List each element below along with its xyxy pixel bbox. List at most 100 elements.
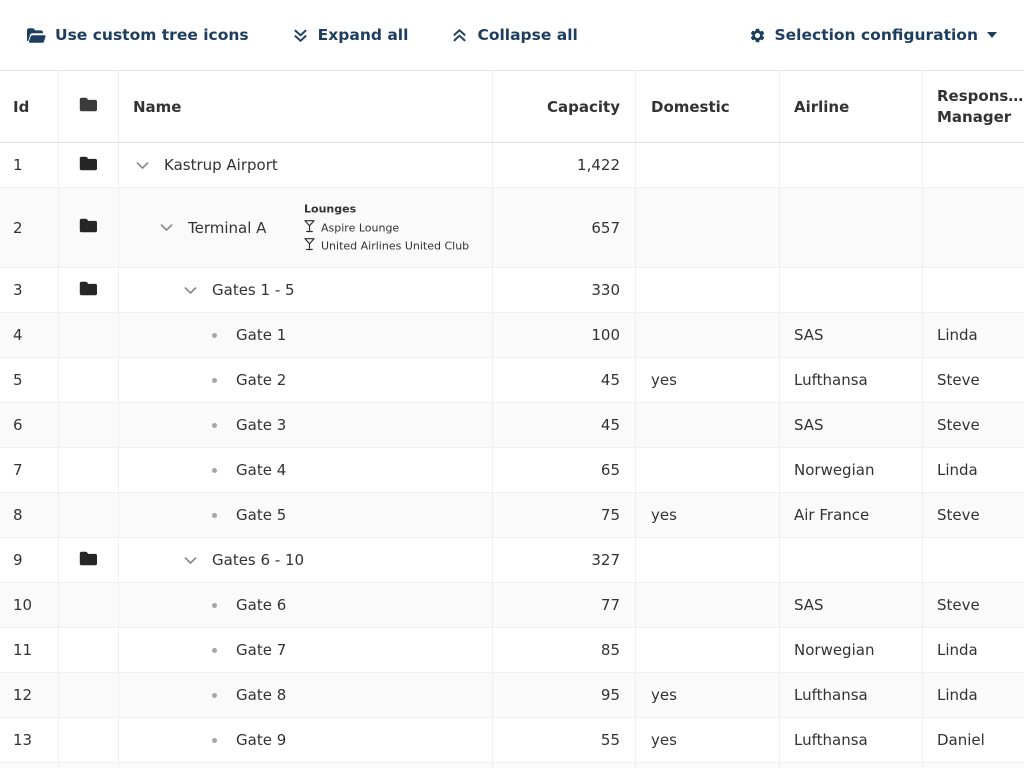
row-airline-cell: Lufthansa — [780, 673, 923, 717]
row-name: Gate 4 — [236, 461, 286, 479]
table-row[interactable]: 12Gate 895yesLufthansaLinda — [0, 673, 1024, 718]
table-row[interactable]: 9Gates 6 - 10327 — [0, 538, 1024, 583]
row-id-cell: 2 — [0, 188, 59, 267]
row-name: Gate 2 — [236, 371, 286, 389]
folder-icon — [79, 218, 98, 237]
row-manager-cell — [923, 143, 1024, 187]
folder-icon — [79, 281, 98, 300]
row-capacity-cell: 657 — [493, 188, 636, 267]
table-row[interactable]: 8Gate 575yesAir FranceSteve — [0, 493, 1024, 538]
row-domestic-cell — [636, 538, 780, 582]
partial-cell — [59, 763, 119, 768]
row-name: Gate 7 — [236, 641, 286, 659]
leaf-bullet-icon — [205, 461, 223, 479]
row-name-cell: Gate 7 — [119, 628, 493, 672]
lounges-title: Lounges — [304, 200, 469, 217]
tree-indent — [133, 515, 205, 516]
row-airline-cell: Lufthansa — [780, 718, 923, 762]
partial-cell — [636, 763, 780, 768]
row-capacity-cell: 1,422 — [493, 143, 636, 187]
row-name-cell: Kastrup Airport — [119, 143, 493, 187]
tree-indent — [133, 227, 157, 228]
folder-open-icon — [26, 27, 46, 44]
row-airline-cell: Air France — [780, 493, 923, 537]
header-icon-column[interactable] — [59, 71, 119, 142]
expand-all-button[interactable]: Expand all — [292, 26, 409, 44]
row-manager-cell — [923, 268, 1024, 312]
grid-body: 1Kastrup Airport1,4222Terminal ALoungesA… — [0, 143, 1024, 768]
header-responsible-manager[interactable]: Respons… Manager — [923, 71, 1024, 142]
grid-header-row: Id Name Capacity Domestic Airline Respon… — [0, 71, 1024, 143]
row-name: Kastrup Airport — [164, 156, 278, 174]
tree-indent — [133, 380, 205, 381]
row-icon-cell — [59, 358, 119, 402]
collapse-all-button[interactable]: Collapse all — [451, 26, 577, 44]
row-id-cell: 11 — [0, 628, 59, 672]
row-domestic-cell — [636, 403, 780, 447]
lounge-item: Aspire Lounge — [304, 219, 469, 237]
header-id[interactable]: Id — [0, 71, 59, 142]
row-icon-cell — [59, 313, 119, 357]
row-name-cell: Gate 9 — [119, 718, 493, 762]
header-domestic[interactable]: Domestic — [636, 71, 780, 142]
table-row[interactable]: 10Gate 677SASSteve — [0, 583, 1024, 628]
row-manager-cell: Steve — [923, 358, 1024, 402]
table-row-partial[interactable] — [0, 763, 1024, 768]
row-airline-cell: Lufthansa — [780, 358, 923, 402]
header-airline[interactable]: Airline — [780, 71, 923, 142]
folder-icon — [79, 551, 98, 570]
row-name: Gate 6 — [236, 596, 286, 614]
row-manager-cell: Daniel — [923, 718, 1024, 762]
table-row[interactable]: 6Gate 345SASSteve — [0, 403, 1024, 448]
row-name: Gate 1 — [236, 326, 286, 344]
table-row[interactable]: 4Gate 1100SASLinda — [0, 313, 1024, 358]
row-name: Gate 9 — [236, 731, 286, 749]
row-airline-cell — [780, 188, 923, 267]
collapse-toggle-chevron-down-icon[interactable] — [181, 551, 199, 569]
row-domestic-cell — [636, 313, 780, 357]
row-airline-cell: SAS — [780, 403, 923, 447]
collapse-toggle-chevron-down-icon[interactable] — [133, 156, 151, 174]
table-row[interactable]: 3Gates 1 - 5330 — [0, 268, 1024, 313]
row-id-cell: 10 — [0, 583, 59, 627]
folder-icon — [79, 97, 98, 116]
use-custom-tree-icons-button[interactable]: Use custom tree icons — [26, 26, 249, 44]
table-row[interactable]: 1Kastrup Airport1,422 — [0, 143, 1024, 188]
table-row[interactable]: 5Gate 245yesLufthansaSteve — [0, 358, 1024, 403]
row-id-cell: 3 — [0, 268, 59, 312]
row-icon-cell — [59, 628, 119, 672]
row-airline-cell — [780, 268, 923, 312]
row-icon-cell — [59, 493, 119, 537]
row-name-cell: Terminal ALoungesAspire LoungeUnited Air… — [119, 188, 493, 267]
selection-configuration-button[interactable]: Selection configuration — [749, 26, 998, 44]
lounge-name: Aspire Lounge — [321, 220, 399, 237]
row-domestic-cell: yes — [636, 358, 780, 402]
row-icon-cell — [59, 448, 119, 492]
row-id-cell: 8 — [0, 493, 59, 537]
table-row[interactable]: 11Gate 785NorwegianLinda — [0, 628, 1024, 673]
header-capacity[interactable]: Capacity — [493, 71, 636, 142]
header-name[interactable]: Name — [119, 71, 493, 142]
row-name-cell: Gate 5 — [119, 493, 493, 537]
collapse-toggle-chevron-down-icon[interactable] — [157, 219, 175, 237]
row-capacity-cell: 327 — [493, 538, 636, 582]
chevrons-down-icon — [292, 27, 309, 44]
row-capacity-cell: 85 — [493, 628, 636, 672]
row-airline-cell: SAS — [780, 583, 923, 627]
row-domestic-cell — [636, 628, 780, 672]
leaf-bullet-icon — [205, 506, 223, 524]
table-row[interactable]: 2Terminal ALoungesAspire LoungeUnited Ai… — [0, 188, 1024, 268]
tree-indent — [133, 425, 205, 426]
martini-glass-icon — [304, 237, 315, 255]
tree-indent — [133, 560, 181, 561]
row-name-cell: Gate 2 — [119, 358, 493, 402]
table-row[interactable]: 13Gate 955yesLufthansaDaniel — [0, 718, 1024, 763]
table-row[interactable]: 7Gate 465NorwegianLinda — [0, 448, 1024, 493]
row-domestic-cell — [636, 188, 780, 267]
collapse-toggle-chevron-down-icon[interactable] — [181, 281, 199, 299]
row-id-cell: 5 — [0, 358, 59, 402]
row-capacity-cell: 95 — [493, 673, 636, 717]
folder-icon — [79, 156, 98, 175]
row-icon-cell — [59, 188, 119, 267]
caret-down-icon — [987, 32, 997, 38]
